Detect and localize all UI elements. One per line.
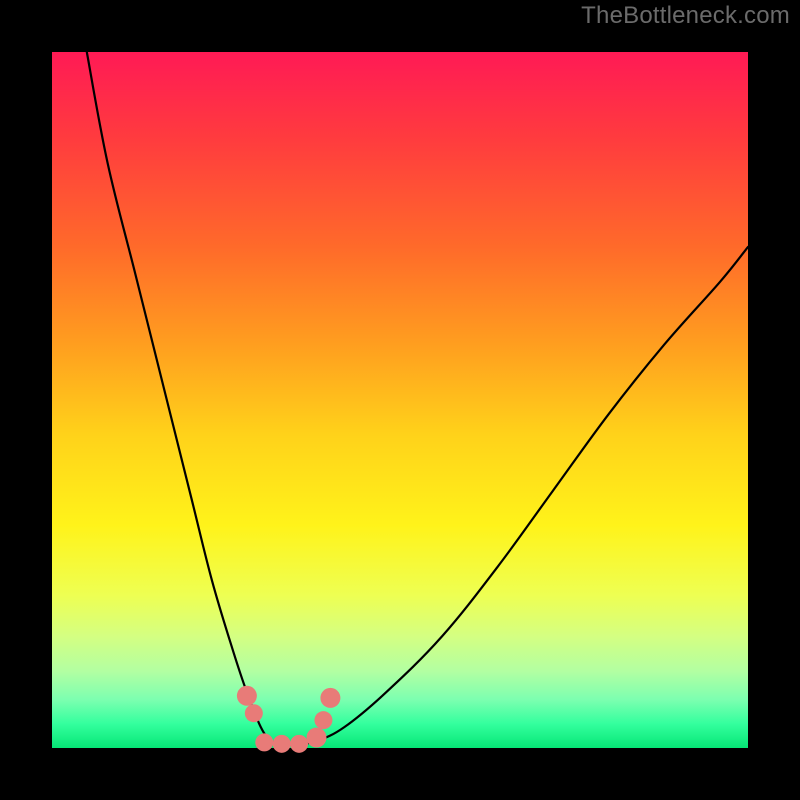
watermark-text: TheBottleneck.com <box>581 2 790 30</box>
data-marker <box>290 735 308 753</box>
data-marker <box>320 688 340 708</box>
data-marker <box>314 711 332 729</box>
bottleneck-chart <box>0 0 800 800</box>
plot-background <box>52 52 748 748</box>
data-marker <box>255 733 273 751</box>
data-marker <box>237 686 257 706</box>
data-marker <box>273 735 291 753</box>
chart-container: { "watermark": "TheBottleneck.com", "cha… <box>0 0 800 800</box>
data-marker <box>306 728 326 748</box>
data-marker <box>245 704 263 722</box>
